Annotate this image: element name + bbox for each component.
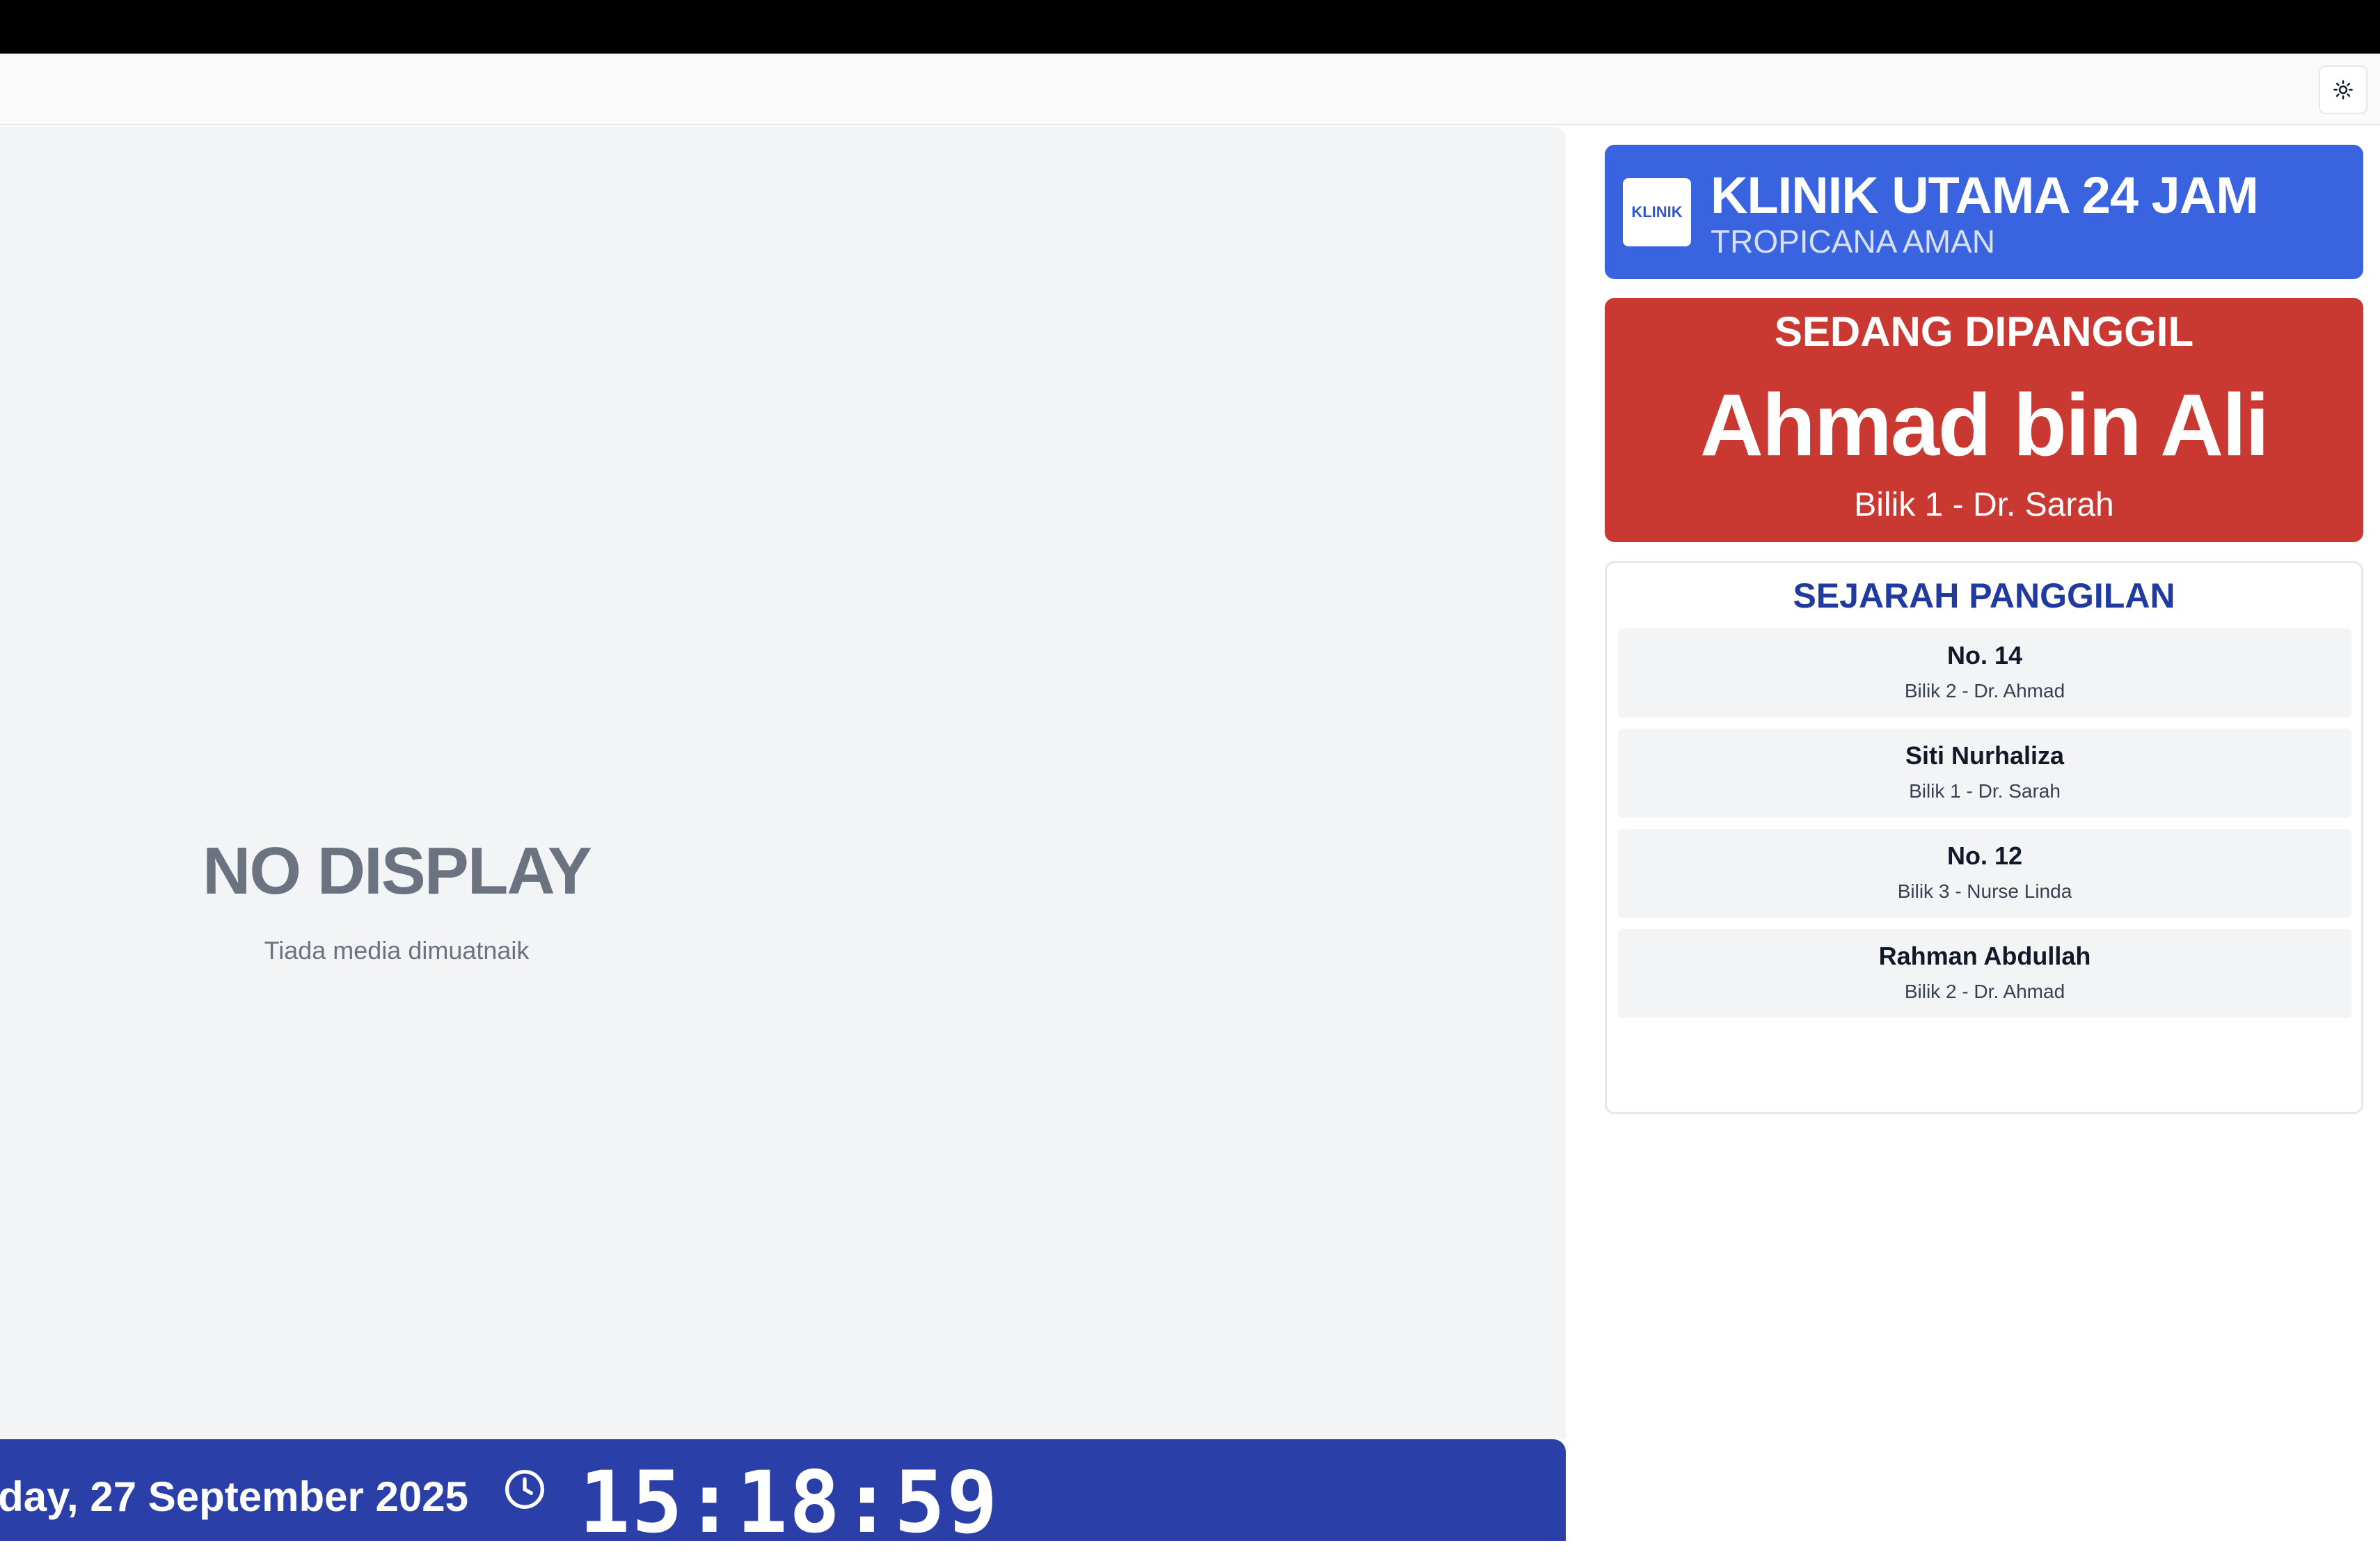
no-display-title: NO DISPLAY	[203, 834, 592, 908]
sun-icon	[2333, 80, 2353, 100]
call-history-panel: SEJARAH PANGGILAN No. 14 Bilik 2 - Dr. A…	[1605, 561, 2363, 1114]
theme-toggle-button[interactable]	[2319, 65, 2367, 114]
now-calling-name: Ahmad bin Ali	[1699, 376, 2269, 474]
now-calling-panel: SEDANG DIPANGGIL Ahmad bin Ali Bilik 1 -…	[1605, 298, 2363, 542]
clinic-location: TROPICANA AMAN	[1711, 223, 1995, 260]
history-item-name: Siti Nurhaliza	[1905, 741, 2065, 770]
history-item-name: No. 14	[1946, 641, 2023, 670]
history-item: No. 14 Bilik 2 - Dr. Ahmad	[1618, 628, 2351, 718]
history-item-name: No. 12	[1946, 841, 2023, 870]
history-item: Siti Nurhaliza Bilik 1 - Dr. Sarah	[1618, 729, 2351, 818]
clinic-name: KLINIK UTAMA 24 JAM	[1711, 166, 2259, 224]
toolbar	[0, 54, 2380, 125]
history-item-room: Bilik 2 - Dr. Ahmad	[1904, 680, 2065, 702]
now-calling-room: Bilik 1 - Dr. Sarah	[1854, 486, 2114, 523]
clinic-header: KLINIK KLINIK UTAMA 24 JAM TROPICANA AMA…	[1605, 145, 2363, 279]
history-item-name: Rahman Abdullah	[1878, 942, 2091, 970]
history-item: No. 12 Bilik 3 - Nurse Linda	[1618, 829, 2351, 918]
history-item-room: Bilik 2 - Dr. Ahmad	[1904, 981, 2065, 1002]
current-date: day, 27 September 2025	[0, 1473, 468, 1520]
history-item: Rahman Abdullah Bilik 2 - Dr. Ahmad	[1618, 929, 2351, 1018]
clock-icon	[505, 1470, 544, 1509]
call-history-title: SEJARAH PANGGILAN	[1793, 576, 2175, 615]
current-time: 15:18:59	[579, 1453, 999, 1552]
history-item-room: Bilik 3 - Nurse Linda	[1897, 880, 2072, 902]
media-display-panel: NO DISPLAY Tiada media dimuatnaik	[0, 127, 1566, 1439]
clinic-logo: KLINIK	[1623, 178, 1691, 246]
window-top-bar	[0, 0, 2380, 54]
now-calling-label: SEDANG DIPANGGIL	[1774, 308, 2194, 355]
date-time-footer: day, 27 September 2025 15:18:59	[0, 1439, 1566, 1552]
history-item-room: Bilik 1 - Dr. Sarah	[1909, 780, 2061, 802]
no-display-subtitle: Tiada media dimuatnaik	[264, 936, 530, 965]
